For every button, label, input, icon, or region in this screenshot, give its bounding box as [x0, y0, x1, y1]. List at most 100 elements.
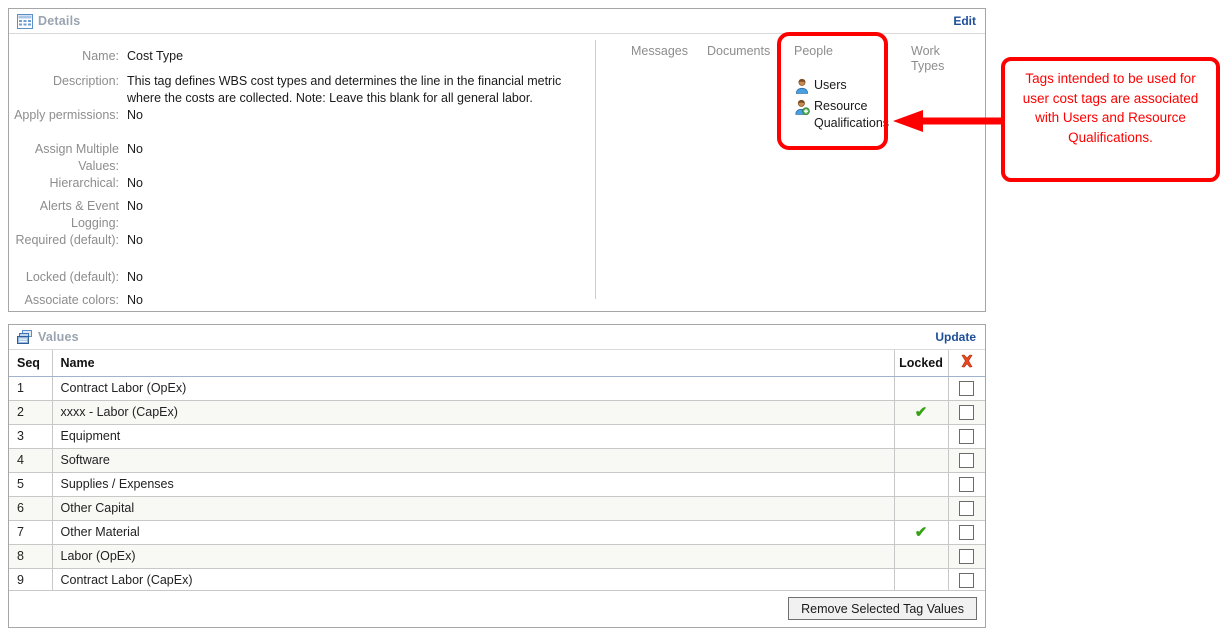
field-label: Locked (default):: [25, 270, 119, 284]
values-panel-title: Values: [38, 330, 79, 344]
annotation-callout: Tags intended to be used for user cost t…: [1001, 57, 1220, 182]
cell-locked: [894, 568, 949, 593]
cell-seq: 3: [9, 424, 53, 449]
field-value: No: [127, 233, 143, 247]
cell-seq: 8: [9, 544, 53, 569]
check-icon: ✔: [914, 403, 928, 421]
table-row[interactable]: 7 Other Material ✔: [9, 520, 985, 545]
user-icon: [794, 78, 810, 94]
column-header-locked[interactable]: Locked: [894, 350, 949, 377]
field-value: Cost Type: [127, 49, 184, 63]
delete-x-icon: [960, 354, 974, 371]
table-row[interactable]: 5 Supplies / Expenses: [9, 472, 985, 497]
people-link-resource-qualifications[interactable]: Resource Qualifications: [794, 98, 890, 132]
tab-people[interactable]: People Users Resource Qualifications: [794, 44, 889, 130]
values-body: Seq Name Locked 1 Contract Labor (OpEx) 2 x…: [9, 350, 985, 627]
field-label: Description:: [53, 74, 119, 88]
cell-name: xxxx - Labor (CapEx): [52, 400, 895, 425]
edit-link[interactable]: Edit: [953, 14, 976, 28]
values-panel: Values Update Seq Name Locked 1 Contract…: [8, 324, 986, 628]
cell-seq: 4: [9, 448, 53, 473]
cell-name: Other Capital: [52, 496, 895, 521]
tab-messages[interactable]: Messages: [631, 44, 701, 59]
cell-seq: 9: [9, 568, 53, 593]
details-body: Name: Cost Type Description: This tag de…: [9, 34, 985, 311]
field-label: Assign Multiple Values:: [34, 142, 119, 173]
row-select-checkbox[interactable]: [959, 452, 975, 468]
people-link-users[interactable]: Users: [794, 77, 890, 95]
field-value: No: [127, 293, 143, 307]
cell-locked: ✔: [894, 520, 949, 545]
field-value: No: [127, 142, 143, 156]
row-select-checkbox[interactable]: [959, 500, 975, 516]
table-row[interactable]: 8 Labor (OpEx): [9, 544, 985, 569]
cell-locked: [894, 496, 949, 521]
user-add-icon: [794, 99, 810, 115]
field-label: Hierarchical:: [49, 176, 119, 190]
table-row[interactable]: 3 Equipment: [9, 424, 985, 449]
values-table-body: 1 Contract Labor (OpEx) 2 xxxx - Labor (Cap…: [9, 376, 985, 593]
tab-people-label: People: [794, 44, 833, 58]
field-value: This tag defines WBS cost types and dete…: [127, 74, 562, 105]
cell-seq: 7: [9, 520, 53, 545]
field-value: No: [127, 108, 143, 122]
field-label: Required (default):: [15, 233, 119, 247]
values-table: Seq Name Locked 1 Contract Labor (OpEx) 2 x…: [9, 350, 985, 593]
table-row[interactable]: 2 xxxx - Labor (CapEx) ✔: [9, 400, 985, 425]
row-select-checkbox[interactable]: [959, 572, 975, 588]
details-tabstrip: Messages Documents People Users Resource…: [609, 44, 981, 174]
row-select-checkbox[interactable]: [959, 476, 975, 492]
row-select-checkbox[interactable]: [959, 524, 975, 540]
people-links: Users Resource Qualifications: [794, 77, 890, 135]
table-row[interactable]: 9 Contract Labor (CapEx): [9, 568, 985, 593]
cell-select: [948, 520, 985, 545]
cell-select: [948, 472, 985, 497]
field-label: Name:: [82, 49, 119, 63]
details-vertical-divider: [595, 40, 596, 299]
grid-table-icon: [17, 14, 33, 29]
values-footer: Remove Selected Tag Values: [9, 590, 985, 627]
cell-name: Software: [52, 448, 895, 473]
field-label: Associate colors:: [24, 293, 119, 307]
cell-name: Labor (OpEx): [52, 544, 895, 569]
cell-seq: 2: [9, 400, 53, 425]
cell-select: [948, 376, 985, 401]
cell-name: Contract Labor (OpEx): [52, 376, 895, 401]
cell-name: Contract Labor (CapEx): [52, 568, 895, 593]
people-link-label: Resource Qualifications: [814, 99, 890, 130]
cell-seq: 1: [9, 376, 53, 401]
cell-name: Supplies / Expenses: [52, 472, 895, 497]
cell-name: Equipment: [52, 424, 895, 449]
field-value: No: [127, 199, 143, 213]
row-select-checkbox[interactable]: [959, 428, 975, 444]
table-header-row: Seq Name Locked: [9, 350, 985, 377]
table-row[interactable]: 6 Other Capital: [9, 496, 985, 521]
cell-select: [948, 400, 985, 425]
update-link[interactable]: Update: [935, 330, 976, 344]
row-select-checkbox[interactable]: [959, 548, 975, 564]
field-value: No: [127, 270, 143, 284]
column-header-seq[interactable]: Seq: [9, 350, 53, 377]
cell-locked: [894, 544, 949, 569]
cell-select: [948, 424, 985, 449]
cell-locked: [894, 424, 949, 449]
cell-locked: [894, 448, 949, 473]
field-label: Apply permissions:: [14, 108, 119, 122]
cell-select: [948, 496, 985, 521]
cell-seq: 6: [9, 496, 53, 521]
cell-locked: [894, 472, 949, 497]
table-row[interactable]: 1 Contract Labor (OpEx): [9, 376, 985, 401]
details-panel-header: Details Edit: [9, 9, 985, 34]
tab-documents[interactable]: Documents: [707, 44, 783, 59]
table-row[interactable]: 4 Software: [9, 448, 985, 473]
stacked-pages-icon: [17, 330, 33, 345]
column-header-delete[interactable]: [948, 350, 985, 377]
row-select-checkbox[interactable]: [959, 380, 975, 396]
field-label: Alerts & Event Logging:: [39, 199, 119, 230]
column-header-name[interactable]: Name: [52, 350, 895, 377]
row-select-checkbox[interactable]: [959, 404, 975, 420]
tab-work-types[interactable]: Work Types: [911, 44, 957, 74]
remove-selected-tag-values-button[interactable]: Remove Selected Tag Values: [788, 597, 977, 620]
cell-name: Other Material: [52, 520, 895, 545]
cell-locked: [894, 376, 949, 401]
